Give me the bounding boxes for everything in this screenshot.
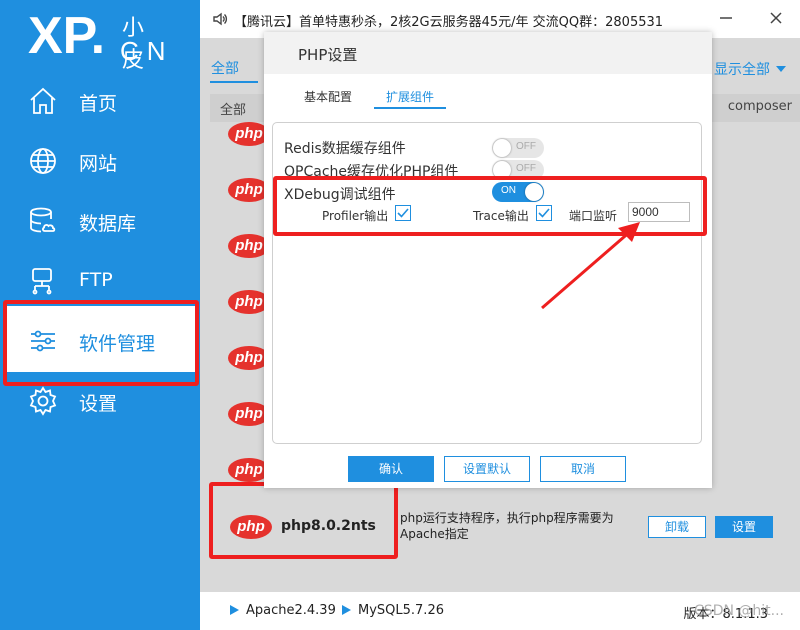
sidebar-item-database[interactable]: 数据库 [0, 192, 200, 248]
database-icon [28, 206, 58, 236]
sidebar-item-label: 数据库 [79, 213, 137, 235]
sidebar-item-label: FTP [79, 269, 113, 291]
apache-status[interactable]: Apache2.4.39 [246, 603, 336, 618]
sidebar-item-settings[interactable]: 设置 [0, 372, 200, 428]
announcement-text[interactable]: 【腾讯云】首单特惠秒杀，2核2G云服务器45元/年 交流QQ群：2805531 [234, 11, 663, 30]
sidebar-item-label: 网站 [79, 153, 118, 175]
tab-underline [210, 81, 258, 83]
software-description: php运行支持程序，执行php程序需要为Apache指定 [400, 511, 614, 541]
tab-underline [374, 107, 446, 109]
ftp-icon [28, 266, 58, 296]
sidebar-item-label: 设置 [79, 393, 118, 415]
toggle-state: OFF [516, 163, 536, 174]
close-button[interactable] [766, 8, 786, 28]
reset-default-button[interactable]: 设置默认 [444, 456, 530, 482]
sidebar-item-website[interactable]: 网站 [0, 132, 200, 188]
play-icon[interactable] [230, 605, 239, 615]
cancel-button[interactable]: 取消 [540, 456, 626, 482]
play-icon[interactable] [342, 605, 351, 615]
tab-basic-config[interactable]: 基本配置 [304, 88, 352, 105]
gear-icon [28, 386, 58, 416]
tab-extensions[interactable]: 扩展组件 [386, 88, 434, 105]
header-name: 全部 [220, 103, 247, 118]
highlight-box-php-row [209, 482, 398, 559]
dialog-title: PHP设置 [298, 46, 358, 64]
redis-toggle[interactable]: OFF [492, 138, 544, 158]
chevron-down-icon[interactable] [776, 66, 786, 72]
header-composer: composer [727, 99, 792, 114]
watermark: CSDN @hit... [694, 603, 784, 619]
minimize-button[interactable] [716, 8, 736, 28]
settings-button[interactable]: 设置 [715, 516, 773, 538]
uninstall-button[interactable]: 卸载 [648, 516, 706, 538]
mysql-status[interactable]: MySQL5.7.26 [358, 603, 444, 618]
dialog-title-bar: PHP设置 [264, 32, 712, 74]
show-all-dropdown[interactable]: 显示全部 [714, 59, 770, 79]
sidebar-item-label: 首页 [79, 93, 118, 115]
toggle-knob [493, 139, 511, 157]
toggle-state: OFF [516, 141, 536, 152]
globe-icon [28, 146, 58, 176]
annotation-arrow-icon [541, 222, 640, 310]
confirm-button[interactable]: 确认 [348, 456, 434, 482]
sidebar-item-home[interactable]: 首页 [0, 72, 200, 128]
tab-all[interactable]: 全部 [211, 58, 239, 78]
redis-label: Redis数据缓存组件 [284, 141, 406, 157]
home-icon [28, 86, 58, 116]
speaker-icon [212, 11, 228, 27]
sidebar: XP. 小皮 CN 首页 网站 数据库 FTP 软件管理 设置 [0, 0, 200, 630]
logo-cn: CN [120, 36, 174, 66]
logo-main: XP. [28, 7, 106, 65]
